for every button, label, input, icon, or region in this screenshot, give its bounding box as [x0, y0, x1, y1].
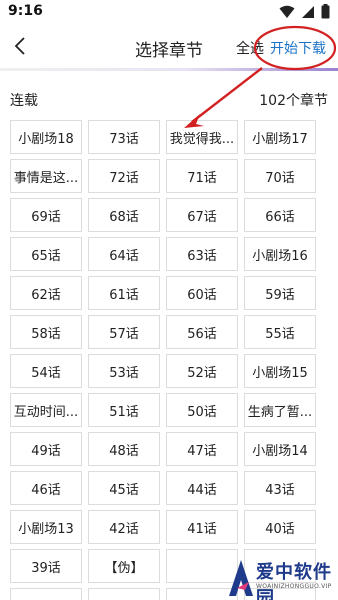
- chapter-cell[interactable]: 42话: [88, 510, 160, 544]
- chapter-cell[interactable]: 70话: [244, 159, 316, 193]
- chapter-cell[interactable]: 45话: [88, 471, 160, 505]
- chapter-cell[interactable]: 71话: [166, 159, 238, 193]
- chapter-cell[interactable]: 小剧场18: [10, 120, 82, 154]
- chapter-cell[interactable]: 69话: [10, 198, 82, 232]
- chapter-cell[interactable]: 40话: [244, 510, 316, 544]
- chapter-cell[interactable]: 62话: [10, 276, 82, 310]
- chapter-cell[interactable]: 49话: [10, 432, 82, 466]
- chapter-cell[interactable]: 36话: [88, 588, 160, 600]
- chapter-cell[interactable]: 小剧场14: [244, 432, 316, 466]
- wifi-icon: [279, 5, 295, 18]
- chapter-cell[interactable]: 59话: [244, 276, 316, 310]
- chapter-cell[interactable]: 52话: [166, 354, 238, 388]
- chapter-cell[interactable]: 48话: [88, 432, 160, 466]
- chapter-cell[interactable]: 39话: [10, 549, 82, 583]
- chapter-cell[interactable]: 64话: [88, 237, 160, 271]
- signal-icon: [302, 5, 314, 18]
- chapter-cell[interactable]: 72话: [88, 159, 160, 193]
- chapter-cell[interactable]: 73话: [88, 120, 160, 154]
- chapter-cell[interactable]: 小剧场13: [10, 510, 82, 544]
- chapter-cell[interactable]: 63话: [166, 237, 238, 271]
- chapter-cell[interactable]: 66话: [244, 198, 316, 232]
- chapter-cell[interactable]: 68话: [88, 198, 160, 232]
- chapter-cell[interactable]: 65话: [10, 237, 82, 271]
- chapter-cell[interactable]: 54话: [10, 354, 82, 388]
- chapter-cell[interactable]: 60话: [166, 276, 238, 310]
- chapter-cell[interactable]: 55话: [244, 315, 316, 349]
- watermark-text: 爱中软件园: [256, 562, 332, 600]
- status-time: 9:16: [8, 3, 43, 19]
- chapter-cell[interactable]: 【伪】: [88, 549, 160, 583]
- chapter-cell[interactable]: 43话: [244, 471, 316, 505]
- section-label: 连载: [10, 93, 38, 109]
- select-all-button[interactable]: 全选: [236, 38, 264, 58]
- chapter-cell[interactable]: 小剧场17: [244, 120, 316, 154]
- chapter-cell[interactable]: 53话: [88, 354, 160, 388]
- chapter-cell[interactable]: 小剧场16: [244, 237, 316, 271]
- watermark-subtext: WOAINIZHONGGUO.VIP: [256, 583, 332, 590]
- status-icons: [279, 4, 330, 19]
- chapter-cell[interactable]: 58话: [10, 315, 82, 349]
- chapter-grid: 小剧场18 73话 我觉得我... 小剧场17 事情是这... 72话 71话 70话 69话 6…: [10, 120, 322, 600]
- chapter-cell[interactable]: 57话: [88, 315, 160, 349]
- chapter-cell[interactable]: 我觉得我...: [166, 120, 238, 154]
- chapter-cell[interactable]: 46话: [10, 471, 82, 505]
- header-divider: [0, 68, 338, 71]
- chapter-cell[interactable]: 50话: [166, 393, 238, 427]
- chapter-cell[interactable]: 67话: [166, 198, 238, 232]
- chapter-cell[interactable]: 41话: [166, 510, 238, 544]
- watermark-logo: 爱中软件园 WOAINIZHONGGUO.VIP: [228, 554, 338, 600]
- chapter-cell[interactable]: 小剧场15: [244, 354, 316, 388]
- logo-mark-icon: [229, 560, 253, 596]
- battery-icon: [321, 4, 330, 19]
- chapter-cell[interactable]: 47话: [166, 432, 238, 466]
- chapter-cell[interactable]: 互动时间...: [10, 393, 82, 427]
- status-bar: 9:16: [0, 0, 338, 24]
- chapter-cell[interactable]: 61话: [88, 276, 160, 310]
- section-row: 连载 102个章节: [0, 84, 338, 112]
- chapter-cell[interactable]: 37话: [10, 588, 82, 600]
- chapter-cell[interactable]: 事情是这...: [10, 159, 82, 193]
- chapter-count: 102个章节: [259, 93, 328, 109]
- chapter-cell[interactable]: 44话: [166, 471, 238, 505]
- chapter-cell[interactable]: 51话: [88, 393, 160, 427]
- chapter-cell[interactable]: 56话: [166, 315, 238, 349]
- chapter-cell[interactable]: 生病了暂...: [244, 393, 316, 427]
- start-download-button[interactable]: 开始下载: [270, 38, 326, 58]
- header: 选择章节 全选 开始下载: [0, 24, 338, 68]
